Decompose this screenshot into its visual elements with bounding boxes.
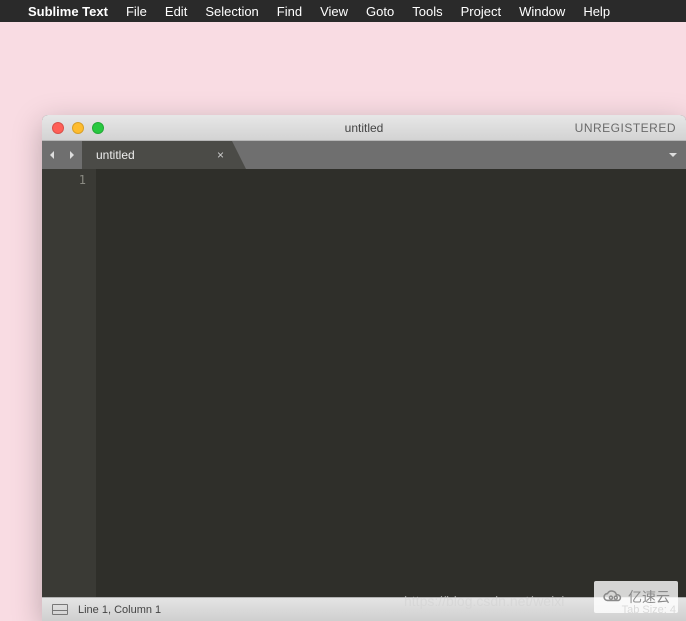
tab-bar: untitled × bbox=[42, 141, 686, 169]
nav-forward-button[interactable] bbox=[62, 141, 82, 169]
menubar-item-file[interactable]: File bbox=[126, 4, 147, 19]
close-window-button[interactable] bbox=[52, 122, 64, 134]
editor-window: untitled UNREGISTERED untitled × 1 Line … bbox=[42, 115, 686, 621]
window-title: untitled bbox=[345, 121, 384, 135]
menubar-item-edit[interactable]: Edit bbox=[165, 4, 187, 19]
tab-size-indicator[interactable]: Tab Size: 4 bbox=[622, 604, 676, 616]
menubar-item-project[interactable]: Project bbox=[461, 4, 501, 19]
tab-untitled[interactable]: untitled × bbox=[82, 141, 232, 169]
registration-status: UNREGISTERED bbox=[575, 121, 686, 135]
menubar-appname[interactable]: Sublime Text bbox=[28, 4, 108, 19]
nav-back-button[interactable] bbox=[42, 141, 62, 169]
panel-toggle-icon[interactable] bbox=[52, 604, 68, 615]
menubar-item-find[interactable]: Find bbox=[277, 4, 302, 19]
window-titlebar[interactable]: untitled UNREGISTERED bbox=[42, 115, 686, 141]
status-bar: Line 1, Column 1 Tab Size: 4 bbox=[42, 597, 686, 621]
minimize-window-button[interactable] bbox=[72, 122, 84, 134]
editor-area[interactable]: 1 bbox=[42, 169, 686, 597]
gutter-line-number: 1 bbox=[42, 173, 86, 187]
menubar-item-window[interactable]: Window bbox=[519, 4, 565, 19]
menubar-item-help[interactable]: Help bbox=[583, 4, 610, 19]
menubar-item-selection[interactable]: Selection bbox=[205, 4, 258, 19]
menubar-item-tools[interactable]: Tools bbox=[412, 4, 442, 19]
traffic-lights bbox=[42, 122, 104, 134]
menubar-item-view[interactable]: View bbox=[320, 4, 348, 19]
line-gutter: 1 bbox=[42, 169, 96, 597]
code-area[interactable] bbox=[96, 169, 686, 597]
tab-close-icon[interactable]: × bbox=[217, 149, 224, 161]
cursor-position[interactable]: Line 1, Column 1 bbox=[78, 604, 161, 616]
tab-label: untitled bbox=[96, 148, 135, 162]
macos-menubar: Sublime Text File Edit Selection Find Vi… bbox=[0, 0, 686, 22]
tab-dropdown-button[interactable] bbox=[660, 141, 686, 169]
menubar-item-goto[interactable]: Goto bbox=[366, 4, 394, 19]
zoom-window-button[interactable] bbox=[92, 122, 104, 134]
